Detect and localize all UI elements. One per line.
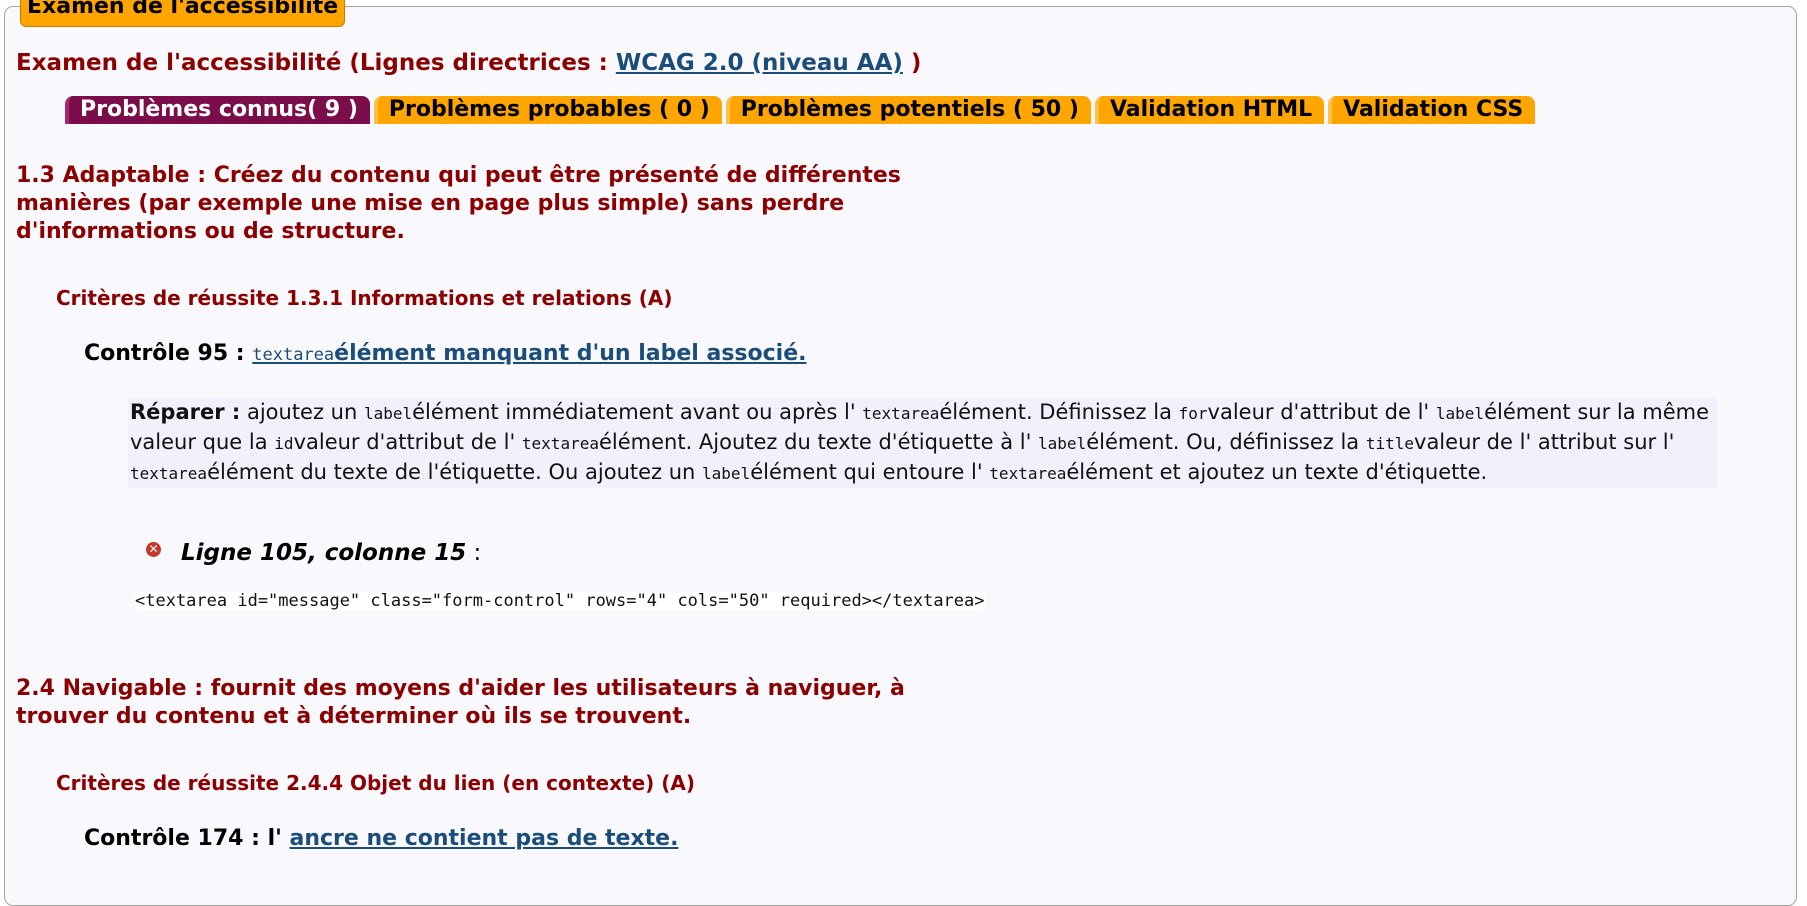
repair-code: id — [274, 434, 294, 453]
repair-text: ajoutez un — [240, 400, 364, 424]
repair-text: élément. Ajoutez du texte d'étiquette à … — [598, 430, 1039, 454]
repair-code: textarea — [130, 464, 208, 483]
check-95-heading: Contrôle 95 : textareaélément manquant d… — [84, 341, 806, 366]
repair-text: élément immédiatement avant ou après l' — [412, 400, 863, 424]
tab-likely-problems[interactable]: Problèmes probables ( 0 ) — [373, 96, 722, 124]
page-title-prefix: Examen de l'accessibilité (Lignes direct… — [16, 50, 616, 76]
error-line-column: Ligne 105, colonne 15 — [181, 540, 467, 566]
error-x-icon: ✕ — [146, 542, 161, 557]
success-criterion-1-3-1: Critères de réussite 1.3.1 Informations … — [56, 286, 673, 310]
offending-code-snippet: <textarea id="message" class="form-contr… — [135, 591, 985, 611]
repair-code: textarea — [989, 464, 1067, 483]
repair-code: textarea — [521, 434, 599, 453]
wcag-guidelines-link[interactable]: WCAG 2.0 (niveau AA) — [616, 50, 903, 76]
repair-text: valeur d'attribut de l' — [1207, 400, 1436, 424]
repair-text: élément et ajoutez un texte d'étiquette. — [1066, 460, 1488, 484]
page-title: Examen de l'accessibilité (Lignes direct… — [16, 50, 921, 76]
repair-label: Réparer : — [130, 400, 241, 424]
check-174-heading: Contrôle 174 : l' ancre ne contient pas … — [84, 826, 678, 851]
repair-text: élément du texte de l'étiquette. Ou ajou… — [207, 460, 703, 484]
tab-known-problems[interactable]: Problèmes connus( 9 ) — [65, 96, 370, 124]
check-95-link[interactable]: textareaélément manquant d'un label asso… — [252, 341, 806, 366]
repair-code: label — [702, 464, 751, 483]
check-174-link[interactable]: ancre ne contient pas de texte. — [290, 826, 679, 851]
check-95-prefix: Contrôle 95 : — [84, 341, 253, 366]
repair-code: label — [1038, 434, 1087, 453]
repair-code: for — [1178, 404, 1208, 423]
repair-text: valeur d'attribut de l' — [293, 430, 522, 454]
check-174-prefix: Contrôle 174 : l' — [84, 826, 290, 851]
repair-text: élément qui entoure l' — [750, 460, 990, 484]
check-95-link-text: élément manquant d'un label associé. — [334, 341, 807, 366]
error-location: ✕ Ligne 105, colonne 15 : — [146, 540, 481, 566]
repair-text: élément. Ou, définissez la — [1086, 430, 1366, 454]
check-95-code: textarea — [252, 345, 335, 365]
tab-css-validation[interactable]: Validation CSS — [1328, 96, 1536, 124]
repair-code: label — [363, 404, 413, 423]
success-criterion-2-4-4: Critères de réussite 2.4.4 Objet du lien… — [56, 771, 695, 795]
repair-code: textarea — [862, 404, 940, 423]
results-tabs: Problèmes connus( 9 ) Problèmes probable… — [65, 96, 1536, 124]
repair-code: title — [1365, 434, 1415, 453]
page-title-suffix: ) — [902, 50, 922, 76]
tab-potential-problems[interactable]: Problèmes potentiels ( 50 ) — [725, 96, 1091, 124]
error-location-suffix: : — [466, 540, 482, 566]
guideline-heading-1-3: 1.3 Adaptable : Créez du contenu qui peu… — [16, 163, 901, 244]
repair-instructions: Réparer : ajoutez un labelélément immédi… — [128, 398, 1717, 488]
fieldset-legend: Examen de l'accessibilité — [20, 0, 346, 27]
repair-code: label — [1435, 404, 1485, 423]
tab-html-validation[interactable]: Validation HTML — [1094, 96, 1325, 124]
repair-text: élément. Définissez la — [939, 400, 1179, 424]
guideline-heading-2-4: 2.4 Navigable : fournit des moyens d'aid… — [16, 676, 905, 729]
repair-text: valeur de l' attribut sur l' — [1414, 430, 1675, 454]
